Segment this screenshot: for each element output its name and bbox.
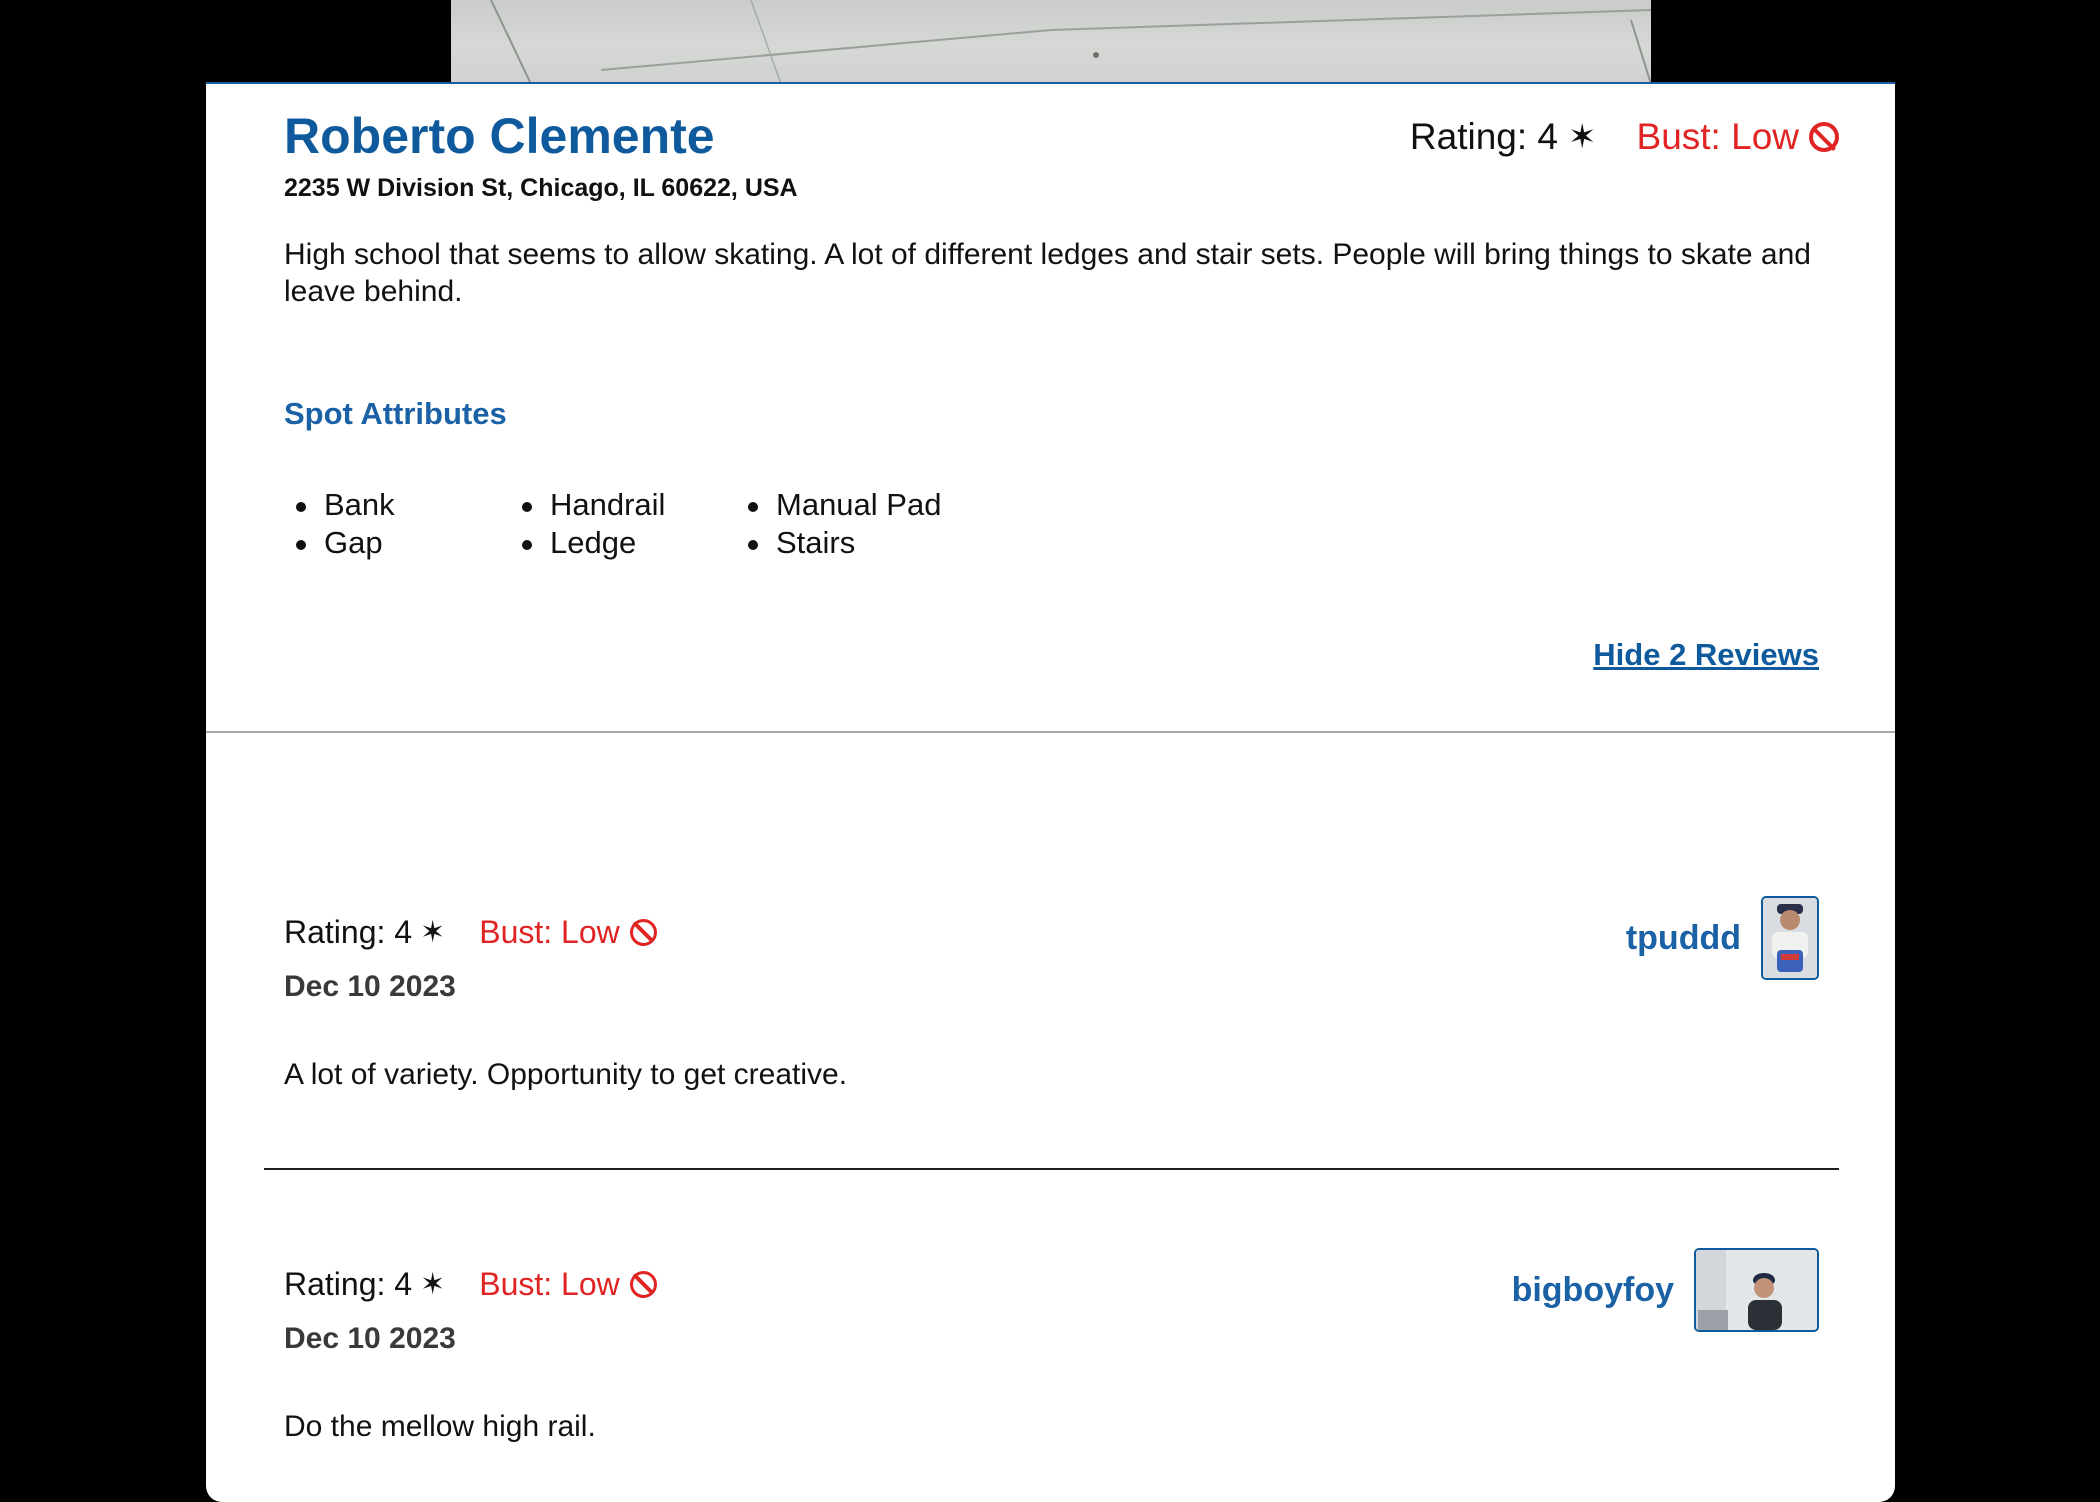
spot-photo (451, 0, 1651, 84)
attribute-item: Ledge (510, 524, 736, 562)
review-bust: Bust: Low (479, 1266, 657, 1303)
section-divider (206, 731, 1895, 733)
review-item: Rating: 4 ✶ Bust: Low Dec 10 2023 A lot … (264, 784, 1839, 1170)
attribute-item: Stairs (736, 524, 976, 562)
star-icon: ✶ (420, 916, 446, 949)
review-text: Do the mellow high rail. (284, 1410, 596, 1443)
attribute-item: Bank (284, 486, 510, 524)
spot-address: 2235 W Division St, Chicago, IL 60622, U… (284, 173, 798, 202)
review-user[interactable]: tpuddd (1626, 896, 1819, 980)
prohibited-icon (629, 1271, 657, 1298)
spot-bust-label: Bust: Low (1636, 116, 1799, 157)
review-item: Rating: 4 ✶ Bust: Low Dec 10 2023 Do the… (264, 1136, 1839, 1502)
attribute-item: Gap (284, 524, 510, 562)
spot-header: Roberto Clemente 2235 W Division St, Chi… (284, 108, 1839, 203)
review-rating-label: Rating: 4 (284, 914, 413, 950)
star-icon: ✶ (1568, 118, 1597, 156)
review-bust-label: Bust: Low (479, 1266, 620, 1302)
attributes-list: Bank Gap Handrail Ledge Manual Pad Stair… (284, 486, 984, 562)
review-bust: Bust: Low (479, 914, 657, 951)
review-username[interactable]: bigboyfoy (1512, 1271, 1674, 1310)
prohibited-icon (629, 919, 657, 946)
user-avatar[interactable] (1694, 1248, 1819, 1332)
user-avatar[interactable] (1761, 896, 1819, 980)
attribute-item: Manual Pad (736, 486, 976, 524)
hide-reviews-link[interactable]: Hide 2 Reviews (1593, 637, 1819, 673)
spot-rating: Rating: 4 ✶ (1410, 116, 1597, 158)
review-username[interactable]: tpuddd (1626, 919, 1741, 958)
review-date: Dec 10 2023 (284, 970, 456, 1003)
review-date: Dec 10 2023 (284, 1322, 456, 1355)
attribute-item: Handrail (510, 486, 736, 524)
review-bust-label: Bust: Low (479, 914, 620, 950)
spot-bust: Bust: Low (1637, 116, 1839, 158)
review-rating: Rating: 4 ✶ (284, 914, 445, 951)
review-rating-label: Rating: 4 (284, 1266, 413, 1302)
spot-card: Roberto Clemente 2235 W Division St, Chi… (206, 82, 1895, 1502)
prohibited-icon (1809, 122, 1839, 152)
review-stats: Rating: 4 ✶ Bust: Low (284, 914, 657, 951)
review-user[interactable]: bigboyfoy (1512, 1248, 1819, 1332)
review-stats: Rating: 4 ✶ Bust: Low (284, 1266, 657, 1303)
attributes-title: Spot Attributes (284, 396, 507, 431)
review-rating: Rating: 4 ✶ (284, 1266, 445, 1303)
spot-rating-label: Rating: 4 (1409, 116, 1559, 157)
star-icon: ✶ (420, 1268, 446, 1301)
review-text: A lot of variety. Opportunity to get cre… (284, 1058, 848, 1091)
spot-description: High school that seems to allow skating.… (284, 238, 1811, 308)
spot-stats: Rating: 4 ✶ Bust: Low (1410, 116, 1839, 158)
